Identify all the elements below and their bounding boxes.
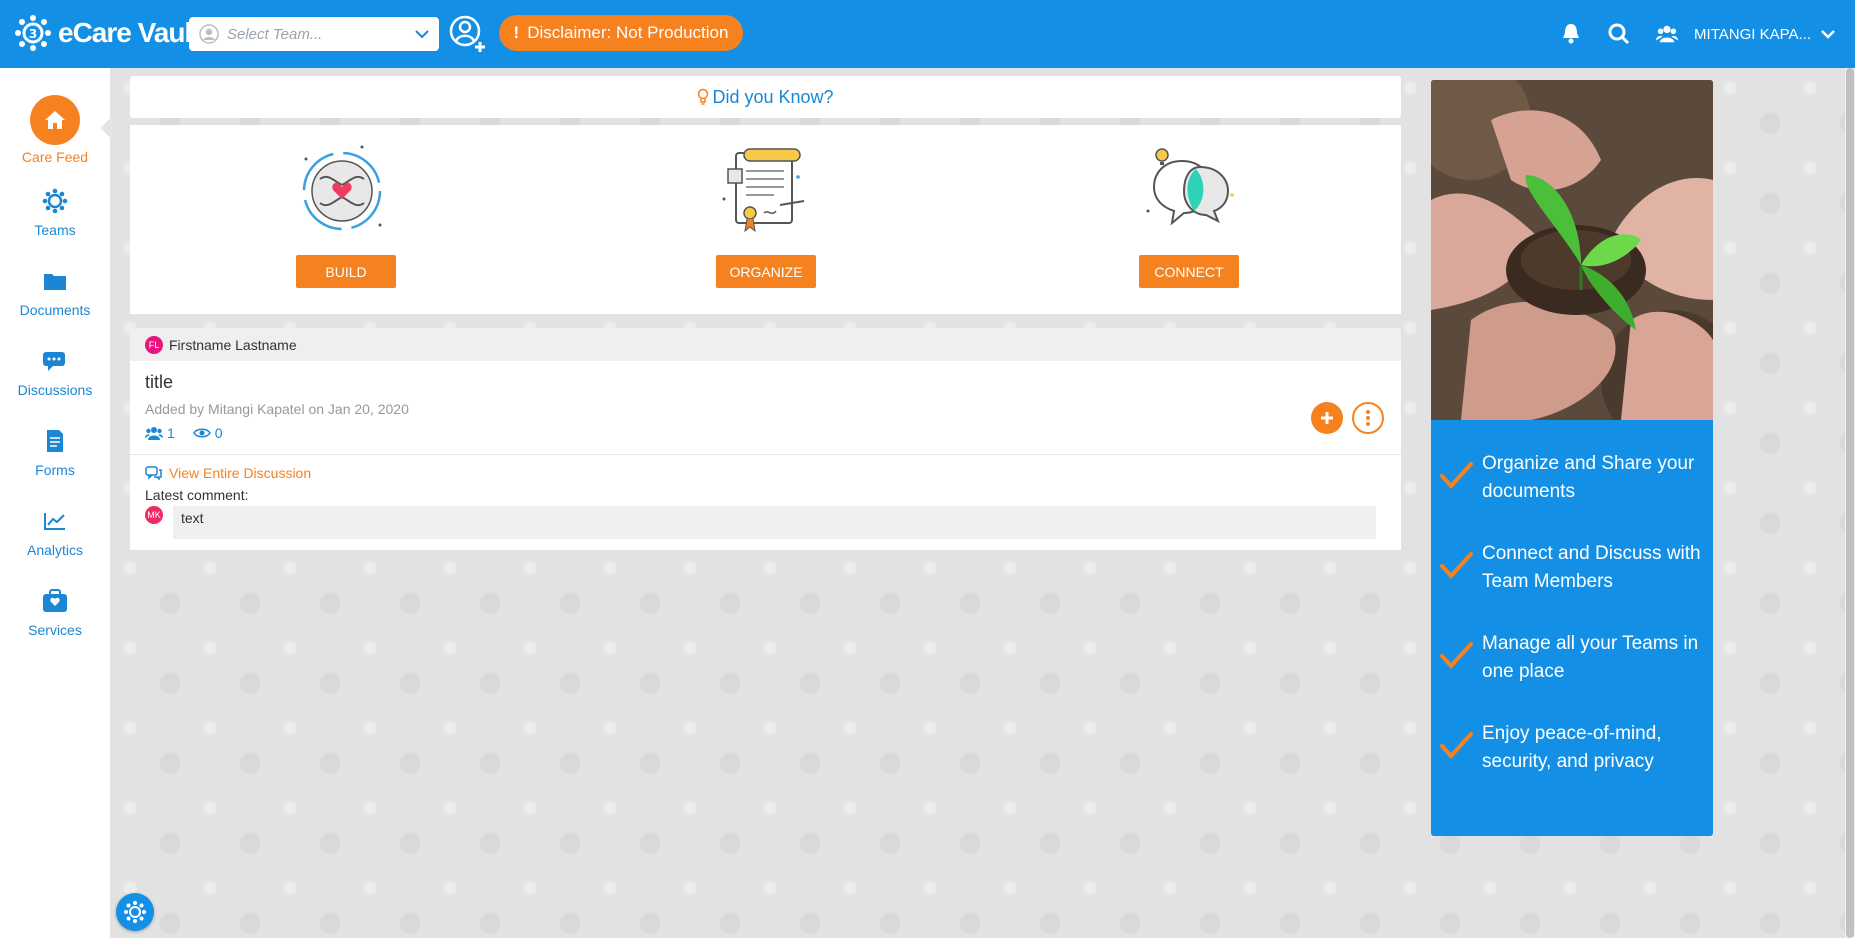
- sidebar: Care Feed Teams Documents Discussions Fo…: [0, 68, 112, 938]
- sidebar-item-label: Services: [28, 622, 82, 638]
- divider: [130, 454, 1401, 455]
- form-icon: [0, 426, 110, 456]
- promo-item: Connect and Discuss with Team Members: [1439, 540, 1713, 596]
- folder-icon: [0, 266, 110, 296]
- disclaimer-badge[interactable]: ! Disclaimer: Not Production: [499, 15, 743, 51]
- promo-item: Enjoy peace-of-mind, security, and priva…: [1439, 720, 1713, 776]
- active-indicator: [101, 116, 112, 140]
- post-stats: 1 0: [145, 425, 223, 441]
- features-panel: BUILD ORGANIZE CONNECT: [130, 125, 1401, 314]
- hands-plant-image: [1431, 80, 1713, 420]
- sidebar-item-teams[interactable]: Teams: [0, 186, 110, 238]
- organize-button[interactable]: ORGANIZE: [716, 255, 816, 288]
- disclaimer-text: Disclaimer: Not Production: [527, 23, 729, 42]
- promo-item-text: Organize and Share your documents: [1482, 453, 1695, 502]
- members-count-value: 1: [167, 425, 175, 441]
- build-button[interactable]: BUILD: [296, 255, 396, 288]
- user-circle-icon: [199, 24, 219, 44]
- avatar[interactable]: MK: [145, 506, 163, 524]
- promo-item-text: Manage all your Teams in one place: [1482, 633, 1699, 682]
- promo-item-text: Connect and Discuss with Team Members: [1482, 543, 1701, 592]
- promo-item-text: Enjoy peace-of-mind, security, and priva…: [1482, 723, 1662, 772]
- members-count[interactable]: 1: [145, 425, 175, 441]
- sidebar-item-label: Documents: [19, 302, 91, 318]
- team-select[interactable]: Select Team...: [189, 17, 439, 51]
- chevron-down-icon: [415, 30, 429, 39]
- logo-icon: 3: [15, 15, 51, 51]
- chat-bubbles-icon: [1146, 148, 1234, 226]
- add-button[interactable]: [1311, 402, 1343, 434]
- user-menu-name[interactable]: MITANGI KAPA...: [1694, 26, 1811, 43]
- checkmark-icon: [1440, 552, 1473, 579]
- promo-item: Organize and Share your documents: [1439, 450, 1713, 506]
- chevron-down-icon[interactable]: [1821, 29, 1835, 39]
- bell-icon[interactable]: [1560, 23, 1582, 45]
- sidebar-item-label: Care Feed: [21, 149, 89, 165]
- promo-panel: Organize and Share your documents Connec…: [1431, 80, 1713, 836]
- scrollbar-thumb[interactable]: [1846, 68, 1854, 938]
- sidebar-item-documents[interactable]: Documents: [0, 266, 110, 318]
- more-vertical-icon: [1366, 410, 1370, 426]
- add-user-button[interactable]: [448, 14, 488, 54]
- app-logo[interactable]: 3 eCare Vault: [14, 14, 201, 52]
- feature-build: [282, 139, 402, 243]
- connect-button[interactable]: CONNECT: [1139, 255, 1239, 288]
- more-options-button[interactable]: [1352, 402, 1384, 434]
- checkmark-icon: [1440, 642, 1473, 669]
- post-title[interactable]: title: [145, 372, 173, 393]
- eye-icon: [192, 428, 211, 438]
- top-navbar: 3 eCare Vault Select Team... ! Disclaime…: [0, 0, 1855, 68]
- sidebar-item-label: Analytics: [26, 542, 84, 558]
- hands-heart-icon: [302, 145, 382, 231]
- logo-text: eCare Vault: [58, 17, 201, 48]
- home-icon: [30, 95, 80, 145]
- latest-comment-label: Latest comment:: [145, 487, 249, 503]
- did-you-know-text: Did you Know?: [712, 86, 834, 107]
- did-you-know-banner[interactable]: Did you Know?: [130, 76, 1401, 118]
- teams-icon: [0, 186, 110, 216]
- svg-text:3: 3: [29, 27, 37, 41]
- logo-icon: [124, 901, 146, 923]
- top-right-actions: MITANGI KAPA...: [1534, 0, 1835, 68]
- discussion-card: FL Firstname Lastname title Added by Mit…: [130, 328, 1401, 550]
- document-icon: [722, 148, 805, 233]
- lightbulb-icon: [698, 88, 709, 105]
- avatar[interactable]: FL: [145, 335, 163, 354]
- sidebar-item-analytics[interactable]: Analytics: [0, 506, 110, 558]
- comments-icon: [145, 466, 162, 480]
- services-icon: [0, 586, 110, 616]
- plus-icon: [1321, 412, 1333, 424]
- sidebar-item-label: Teams: [34, 222, 76, 238]
- views-count[interactable]: 0: [192, 425, 223, 441]
- sidebar-item-discussions[interactable]: Discussions: [0, 346, 110, 398]
- team-members-icon[interactable]: [1656, 23, 1679, 45]
- sidebar-item-services[interactable]: Services: [0, 586, 110, 638]
- feature-connect: [1130, 139, 1250, 243]
- search-icon[interactable]: [1608, 23, 1630, 45]
- sidebar-item-forms[interactable]: Forms: [0, 426, 110, 478]
- checkmark-icon: [1440, 732, 1473, 759]
- users-icon: [145, 427, 163, 440]
- chart-icon: [0, 506, 110, 536]
- promo-list: Organize and Share your documents Connec…: [1431, 450, 1713, 810]
- post-author[interactable]: Firstname Lastname: [169, 337, 297, 353]
- comment-text: text: [173, 506, 1376, 539]
- post-header: FL Firstname Lastname: [130, 328, 1401, 361]
- promo-item: Manage all your Teams in one place: [1439, 630, 1713, 686]
- views-count-value: 0: [214, 425, 223, 441]
- add-user-icon: [449, 15, 485, 52]
- feature-organize: [706, 139, 826, 243]
- checkmark-icon: [1440, 462, 1473, 489]
- help-button[interactable]: [116, 893, 154, 931]
- view-discussion-text: View Entire Discussion: [169, 465, 312, 481]
- view-discussion-link[interactable]: View Entire Discussion: [145, 465, 311, 481]
- chat-icon: [0, 346, 110, 376]
- post-meta: Added by Mitangi Kapatel on Jan 20, 2020: [145, 401, 409, 417]
- sidebar-item-label: Forms: [35, 462, 75, 478]
- sidebar-item-care-feed[interactable]: Care Feed: [0, 95, 110, 165]
- team-select-placeholder: Select Team...: [227, 25, 323, 43]
- sidebar-item-label: Discussions: [17, 382, 93, 398]
- exclamation-icon: !: [513, 23, 520, 42]
